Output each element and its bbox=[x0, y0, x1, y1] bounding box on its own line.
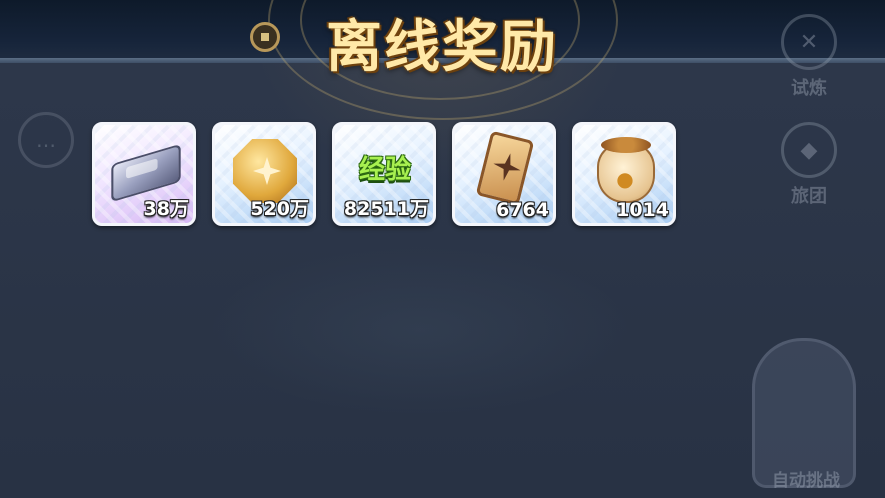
guild-crest-icon: ◆ bbox=[781, 122, 837, 178]
reward-quantity: 6764 bbox=[496, 199, 549, 221]
reward-quantity: 520万 bbox=[250, 198, 309, 220]
trial-button[interactable]: ✕ 试炼 bbox=[774, 14, 844, 100]
page-title: 离线奖励 bbox=[326, 15, 558, 80]
reward-item-pet-food-bag[interactable]: ● 1014 bbox=[572, 122, 676, 226]
paw-print-icon: ● bbox=[616, 167, 634, 191]
reward-item-gold-coin[interactable]: 520万 bbox=[212, 122, 316, 226]
bag-contents-icon bbox=[601, 137, 651, 153]
chat-bubble-icon: … bbox=[18, 112, 74, 168]
auto-battle-label: 自动挑战 bbox=[772, 471, 840, 491]
reward-quantity: 38万 bbox=[143, 198, 189, 220]
reward-item-card[interactable]: 6764 bbox=[452, 122, 556, 226]
reward-item-experience[interactable]: 经验 82511万 bbox=[332, 122, 436, 226]
guild-label: 旅团 bbox=[791, 186, 827, 207]
exp-icon: 经验 bbox=[358, 155, 411, 185]
reward-quantity: 1014 bbox=[616, 199, 669, 221]
sword-icon: ✕ bbox=[781, 14, 837, 70]
reward-quantity: 82511万 bbox=[343, 198, 429, 220]
reward-item-silver-ingot[interactable]: 38万 bbox=[92, 122, 196, 226]
trial-label: 试炼 bbox=[791, 78, 827, 99]
guild-button[interactable]: ◆ 旅团 bbox=[774, 122, 844, 208]
